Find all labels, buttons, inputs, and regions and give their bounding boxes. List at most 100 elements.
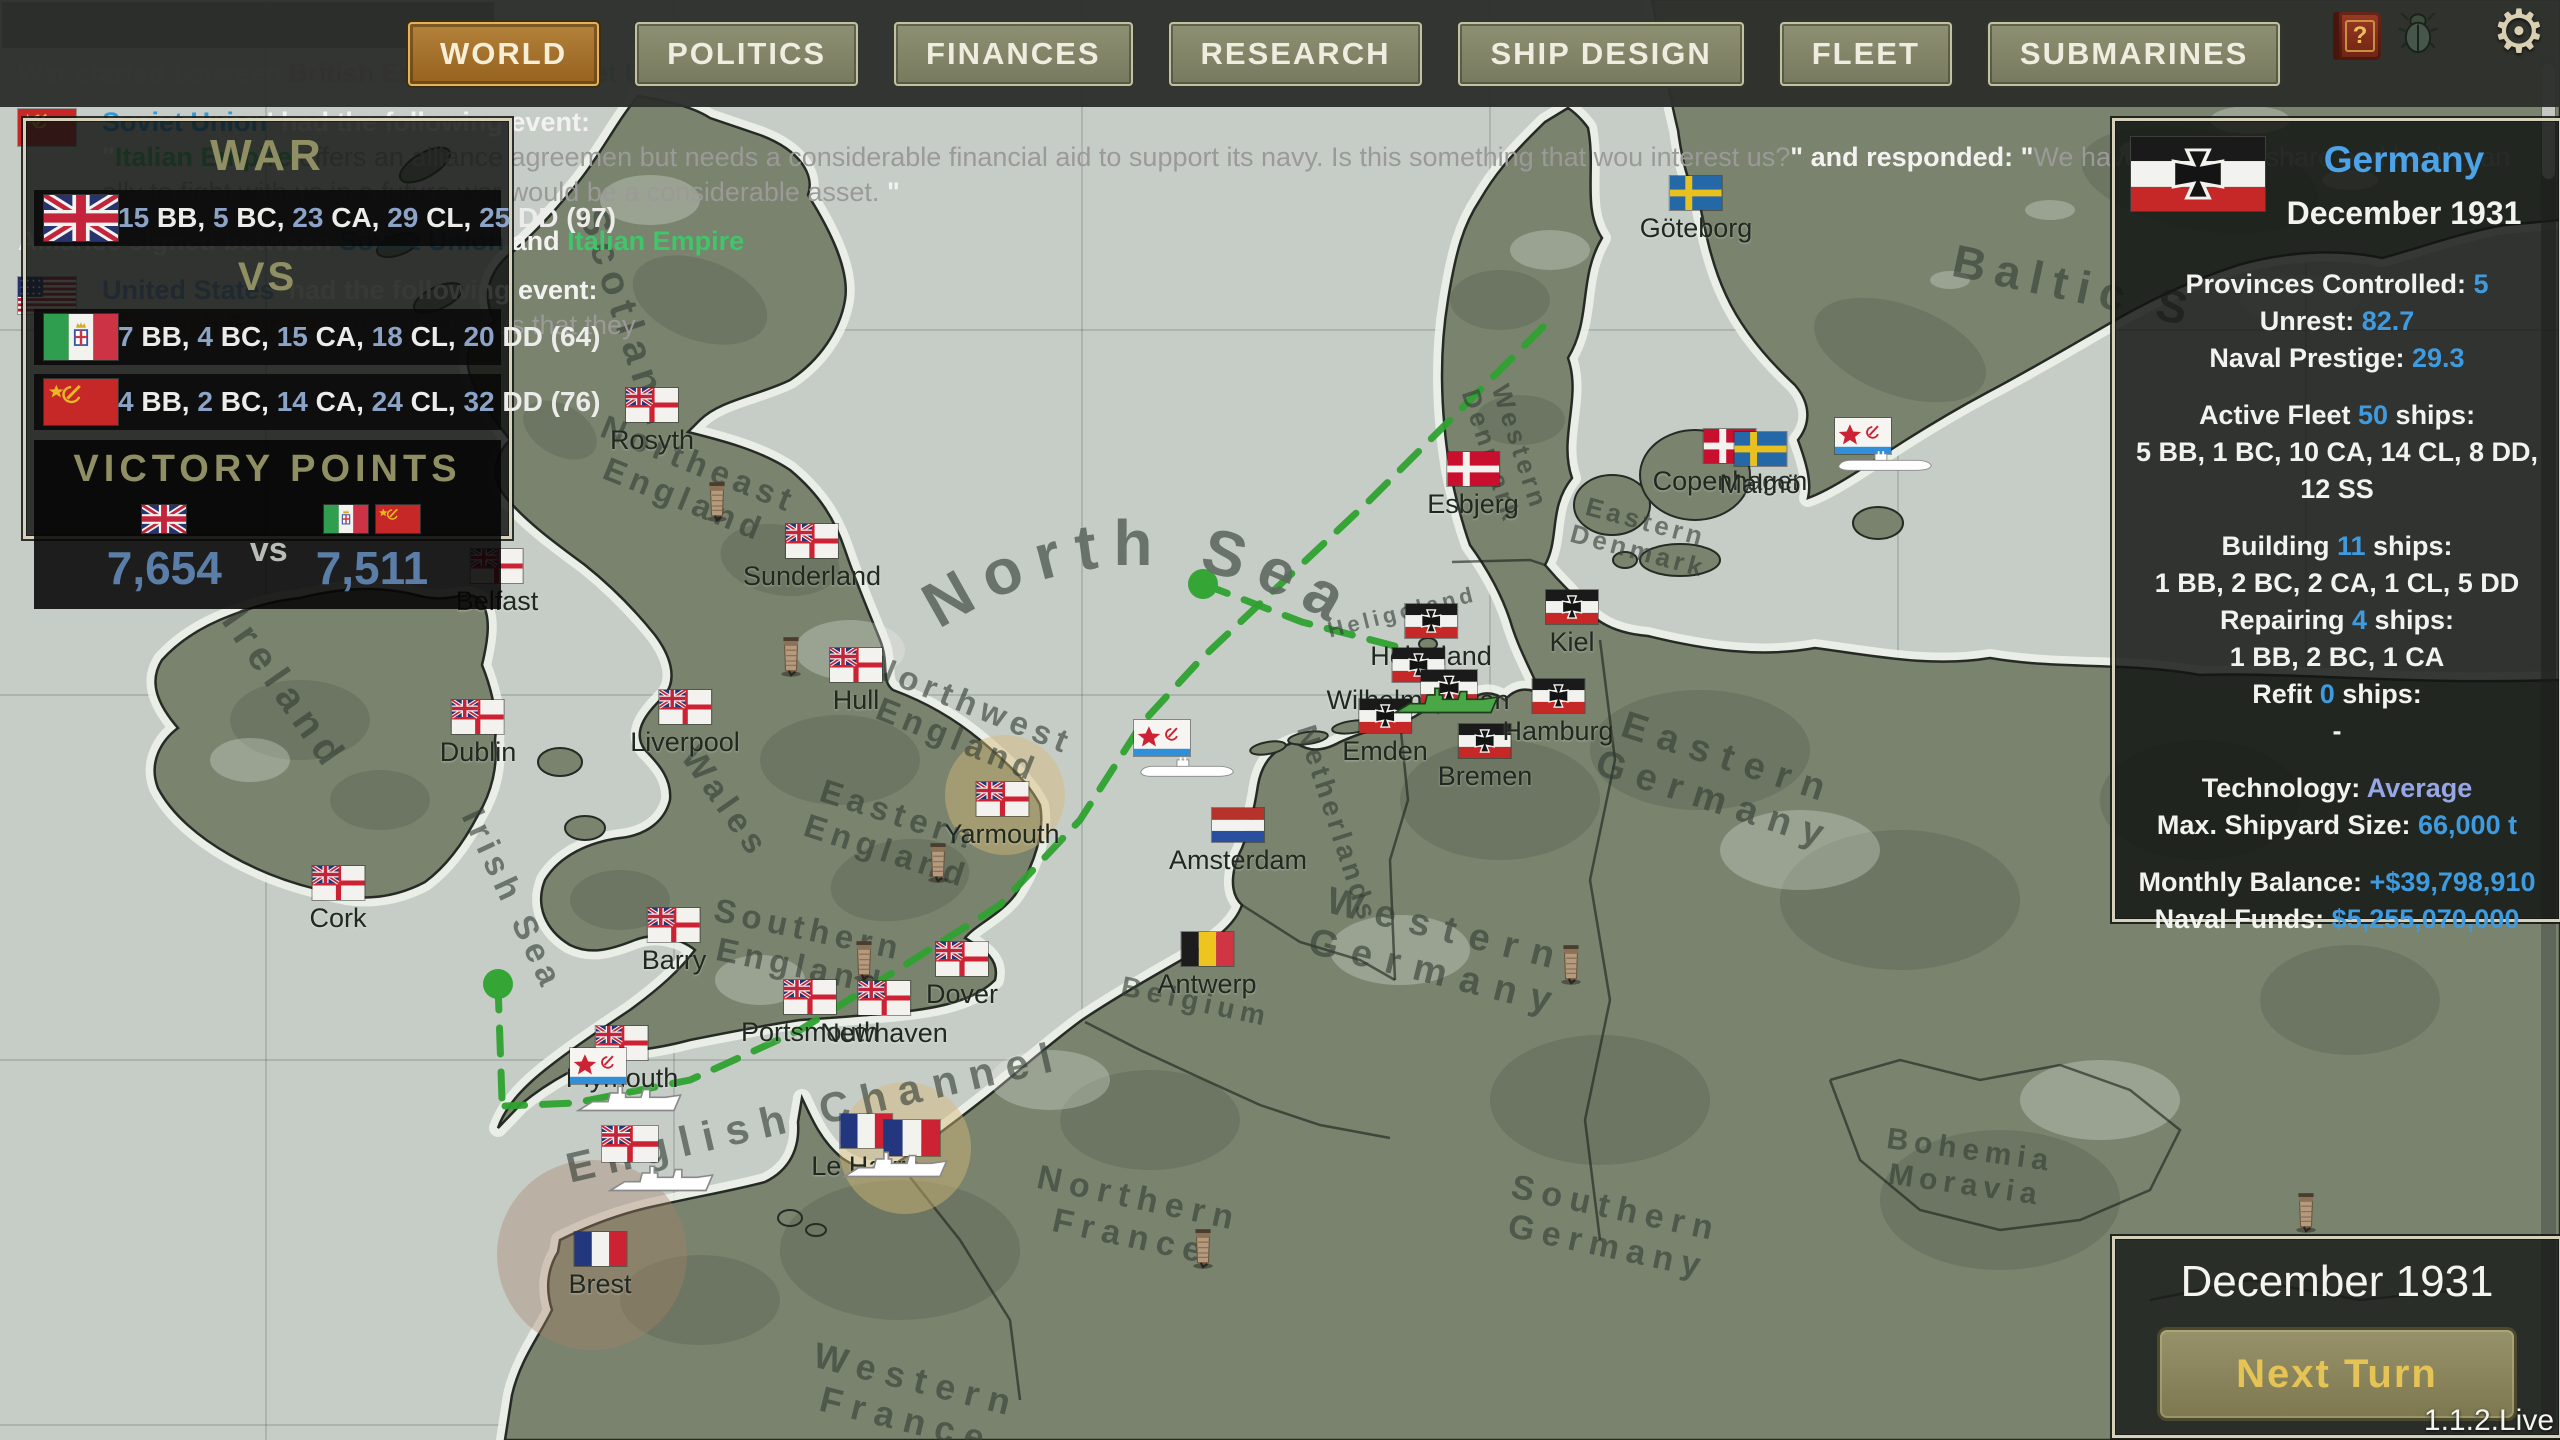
stat-line: Repairing 4 ships: [2219,605,2455,635]
port-name: Kiel [1549,627,1595,657]
tab-world[interactable]: WORLD [408,22,600,86]
help-book-icon[interactable]: ? [2333,12,2381,60]
war-belligerents: 15 BB, 5 BC, 23 CA, 29 CL, 25 DD (97) VS … [26,190,616,430]
port-name: Hamburg [1502,716,1614,746]
fleet-strength: 4 BB, 2 BC, 14 CA, 24 CL, 32 DD (76) [118,386,601,417]
port-name: Rosyth [609,425,695,455]
structure-icon [778,634,804,678]
war-belligerent-row: 4 BB, 2 BC, 14 CA, 24 CL, 32 DD (76) [34,374,600,430]
stat-line [2115,750,2559,770]
stat-line: Naval Prestige: 29.3 [2209,343,2465,373]
port-newhaven[interactable]: Newhaven [820,979,948,1049]
port-rosyth[interactable]: Rosyth [609,386,695,456]
tab-submarines[interactable]: SUBMARINES [1987,22,2281,86]
port-hamburg[interactable]: Hamburg [1502,679,1614,747]
germany_war-flag [1405,604,1457,638]
victory-points-title: VICTORY POINTS [73,448,462,490]
port-cork[interactable]: Cork [309,864,367,934]
port-sunderland[interactable]: Sunderland [742,522,882,592]
port-brest[interactable]: Brest [568,1232,632,1300]
war-belligerent-row: 7 BB, 4 BC, 15 CA, 18 CL, 20 DD (64) [34,309,600,365]
stat-line: Refit 0 ships: [2252,679,2422,709]
bug-report-icon[interactable] [2398,8,2438,54]
stat-line [2115,508,2559,528]
ussr-flag [375,505,420,533]
port-barry[interactable]: Barry [642,906,706,976]
warship-icon [607,1163,717,1196]
settings-gear-icon[interactable]: ⚙ [2492,2,2546,62]
uk-flag [140,502,189,536]
germany_war-flag [1546,590,1598,624]
stat-line: 1 BB, 2 BC, 2 CA, 1 CL, 5 DD [2154,568,2520,598]
port-yarmouth[interactable]: Yarmouth [944,780,1060,850]
port-malmö[interactable]: Malmö [1719,432,1801,500]
tab-finances[interactable]: FINANCES [894,22,1133,86]
uk_ensign-flag [784,522,838,558]
italy-flag [44,314,118,360]
tab-research[interactable]: RESEARCH [1168,22,1423,86]
stat-line: Max. Shipyard Size: 66,000 t [2156,810,2518,840]
port-name: Hull [832,685,880,715]
war-vs-label: VS [237,255,298,299]
tab-politics[interactable]: POLITICS [635,22,859,86]
fleet-strength: 7 BB, 4 BC, 15 CA, 18 CL, 20 DD (64) [118,321,601,352]
italy-flag [323,505,368,533]
war-belligerent-row: 15 BB, 5 BC, 23 CA, 29 CL, 25 DD (97) [34,190,616,246]
port-hull[interactable]: Hull [828,646,882,716]
warship-icon [1392,685,1502,718]
port-name: Newhaven [820,1018,948,1048]
stat-line [2115,844,2559,864]
country-date: December 1931 [2286,195,2522,231]
submarine-icon [1137,757,1237,781]
warship-icon [841,1149,951,1182]
france-flag [574,1232,626,1266]
tab-fleet[interactable]: FLEET [1779,22,1952,86]
port-name: Sunderland [742,561,882,591]
war-panel: WAR 15 BB, 5 BC, 23 CA, 29 CL, 25 DD (97… [23,118,616,609]
port-kiel[interactable]: Kiel [1546,590,1598,658]
port-liverpool[interactable]: Liverpool [630,688,740,758]
turn-date: December 1931 [2180,1257,2494,1306]
structure-icon [1558,942,1584,986]
uk_ensign-flag [600,1124,658,1162]
structure-icon [704,479,730,523]
uk_ensign-flag [856,979,910,1015]
main-nav: WORLD POLITICS FINANCES RESEARCH SHIP DESIGN… [408,22,2281,86]
game-screen: North Sea Scotland Northeast England North… [0,0,2560,1440]
stat-line: Monthly Balance: +$39,798,910 [2138,867,2536,897]
port-name: Göteborg [1639,213,1753,243]
port-name: Emden [1342,736,1428,766]
uk_ensign-flag [310,864,364,900]
stat-line: Unrest: 82.7 [2259,306,2415,336]
port-amsterdam[interactable]: Amsterdam [1169,808,1307,876]
uk_ensign-flag [624,386,678,422]
stat-line: 1 BB, 2 BC, 1 CA [2229,642,2445,672]
port-name: Amsterdam [1168,845,1308,875]
tab-ship-design[interactable]: SHIP DESIGN [1458,22,1744,86]
structure-icon [851,938,877,982]
sweden-flag [1733,432,1786,466]
port-name: Esbjerg [1427,489,1519,519]
port-göteborg[interactable]: Göteborg [1639,176,1753,244]
ussr_naval-flag [570,1048,626,1084]
vp-value-right: 7,511 [315,542,429,594]
vp-value-left: 7,654 [106,542,222,594]
denmark-flag [1446,452,1499,486]
uk_ensign-flag [450,698,504,734]
submarine-icon [1835,451,1935,475]
vp-vs-label: vs [249,531,288,569]
sweden-flag [1669,176,1722,210]
country-stats: Provinces Controlled: 5 Unrest: 82.7 Naval… [2115,266,2559,938]
war-title: WAR [210,131,325,180]
port-antwerp[interactable]: Antwerp [1157,932,1257,1000]
structure-icon [1190,1226,1216,1270]
stat-line [2115,377,2559,397]
belgium-flag [1181,932,1233,966]
port-name: Cork [309,903,367,933]
country-flag [2131,137,2265,211]
stat-line: - [2332,716,2342,746]
port-dublin[interactable]: Dublin [440,698,516,768]
port-esbjerg[interactable]: Esbjerg [1427,452,1519,520]
stat-line: Naval Funds: $5,255,070,000 [2154,904,2520,934]
stat-line: Building 11 ships: [2221,531,2453,561]
